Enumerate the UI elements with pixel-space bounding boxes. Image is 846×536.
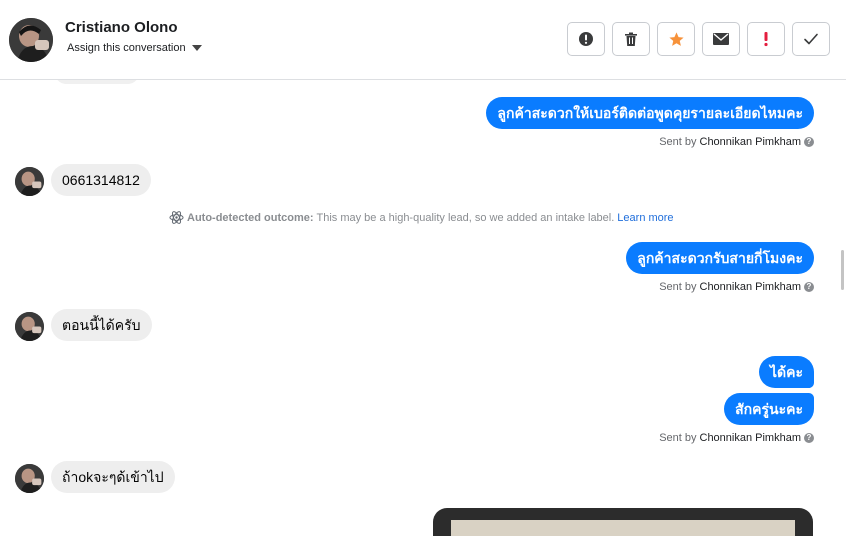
star-button[interactable]	[657, 22, 695, 56]
learn-more-link[interactable]: Learn more	[617, 212, 673, 224]
delete-button[interactable]	[612, 22, 650, 56]
assign-conversation-dropdown[interactable]: Assign this conversation	[67, 42, 202, 54]
sent-by-prefix: Sent by	[659, 432, 697, 444]
incoming-message[interactable]: 0661314812	[51, 164, 151, 196]
assign-label: Assign this conversation	[67, 42, 186, 54]
caret-down-icon	[191, 45, 202, 51]
help-icon[interactable]: ?	[804, 137, 814, 147]
sent-by-prefix: Sent by	[659, 136, 697, 148]
sent-by-label: Sent by Chonnikan Pimkham ?	[659, 432, 814, 444]
contact-avatar[interactable]	[9, 18, 53, 62]
conversation-actions	[567, 22, 830, 56]
outgoing-message[interactable]: ได้คะ	[758, 356, 814, 388]
incoming-message[interactable]: ถ้าokจะๆด้เข้าไป	[51, 461, 175, 493]
message-thread[interactable]: ลูกค้าสะดวกให้เบอร์ติดต่อพูดคุยรายละเอีย…	[0, 80, 846, 536]
sent-by-prefix: Sent by	[659, 281, 697, 293]
sent-by-label: Sent by Chonnikan Pimkham ?	[659, 281, 814, 293]
trash-icon	[625, 32, 637, 46]
outgoing-message[interactable]: ลูกค้าสะดวกให้เบอร์ติดต่อพูดคุยรายละเอีย…	[486, 97, 814, 129]
outgoing-message[interactable]: สักครู่นะคะ	[724, 393, 814, 425]
alert-button[interactable]	[567, 22, 605, 56]
auto-detected-label: Auto-detected outcome:	[187, 211, 314, 224]
contact-avatar-small[interactable]	[15, 464, 44, 493]
spam-button[interactable]	[747, 22, 785, 56]
thread-scrollbar[interactable]	[838, 80, 846, 536]
sent-by-agent[interactable]: Chonnikan Pimkham	[700, 281, 802, 293]
exclamation-icon	[764, 32, 768, 47]
incoming-message[interactable]: ตอนนี้ได้ครับ	[51, 309, 152, 341]
sent-by-label: Sent by Chonnikan Pimkham ?	[659, 136, 814, 148]
contact-avatar-small[interactable]	[15, 312, 44, 341]
sent-by-agent[interactable]: Chonnikan Pimkham	[700, 432, 802, 444]
contact-avatar-small[interactable]	[15, 167, 44, 196]
help-icon[interactable]: ?	[804, 282, 814, 292]
atom-icon	[169, 211, 184, 224]
checkmark-icon	[804, 33, 818, 45]
auto-detected-text: This may be a high-quality lead, so we a…	[316, 211, 615, 224]
mark-unread-button[interactable]	[702, 22, 740, 56]
image-preview	[451, 520, 795, 536]
contact-name: Cristiano Olono	[65, 19, 178, 36]
outgoing-message[interactable]: ลูกค้าสะดวกรับสายกี่โมงคะ	[626, 242, 814, 274]
scroll-thumb[interactable]	[841, 250, 844, 290]
envelope-icon	[713, 33, 729, 45]
exclamation-circle-icon	[579, 32, 593, 46]
image-attachment[interactable]	[433, 508, 813, 536]
auto-detected-outcome: Auto-detected outcome: This may be a hig…	[169, 210, 674, 225]
conversation-header: Cristiano Olono Assign this conversation	[0, 0, 846, 80]
sent-by-agent[interactable]: Chonnikan Pimkham	[700, 136, 802, 148]
message-bubble-partial	[55, 80, 139, 84]
done-button[interactable]	[792, 22, 830, 56]
help-icon[interactable]: ?	[804, 433, 814, 443]
star-icon	[668, 31, 684, 46]
